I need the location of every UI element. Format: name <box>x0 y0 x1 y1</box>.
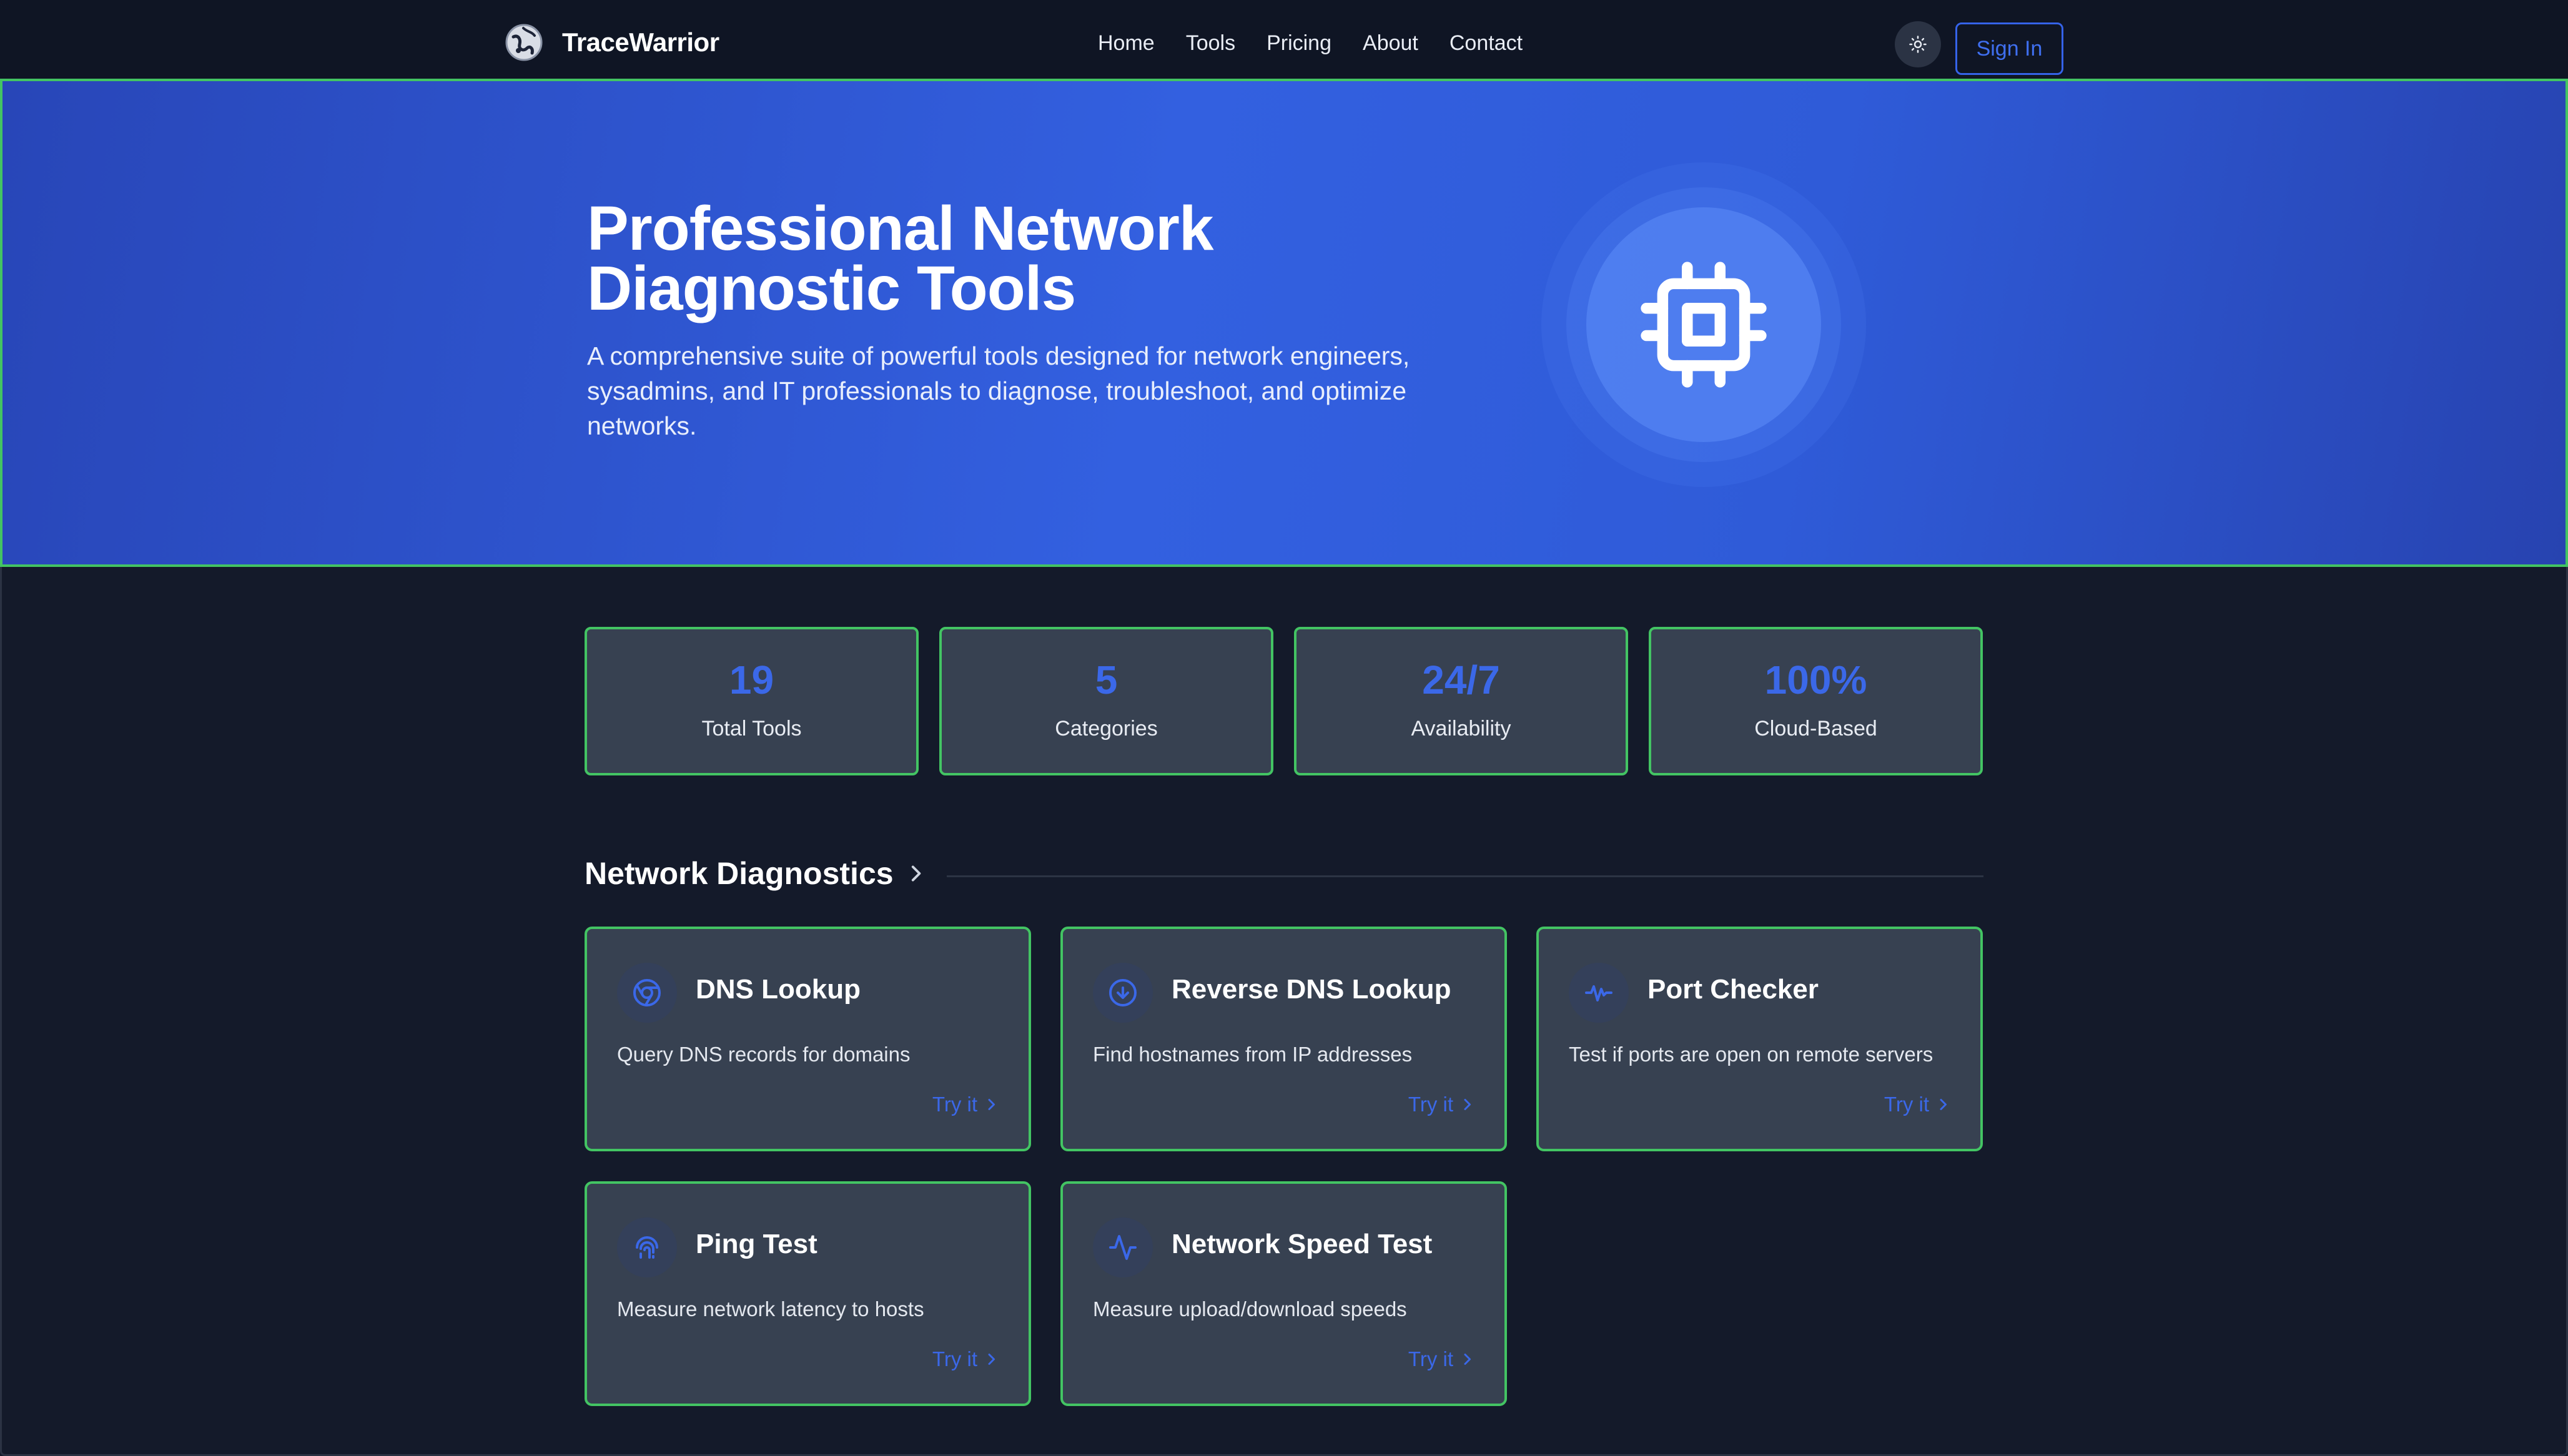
stat-card-categories: 5 Categories <box>939 627 1273 775</box>
stat-card-cloud-based: 100% Cloud-Based <box>1649 627 1983 775</box>
tool-card-reverse-dns-lookup[interactable]: Reverse DNS Lookup Find hostnames from I… <box>1060 927 1507 1151</box>
tool-title: Reverse DNS Lookup <box>1172 974 1451 1005</box>
brand-name: TraceWarrior <box>562 27 719 57</box>
stat-value: 100% <box>1764 657 1867 702</box>
chevron-right-icon <box>988 1099 995 1110</box>
chevron-right-icon <box>1464 1099 1471 1110</box>
stat-label: Categories <box>1055 717 1158 740</box>
hero-title: Professional Network Diagnostic Tools <box>587 197 1524 320</box>
tool-card-dns-lookup[interactable]: DNS Lookup Query DNS records for domains… <box>585 927 1031 1151</box>
top-navbar: TraceWarrior Home Tools Pricing About Co… <box>0 0 2568 81</box>
tool-description: Test if ports are open on remote servers <box>1569 1043 1933 1066</box>
sun-icon <box>1909 36 1927 53</box>
tool-title: Network Speed Test <box>1172 1229 1433 1259</box>
tool-icon-badge <box>617 1217 677 1277</box>
tool-card-port-checker[interactable]: Port Checker Test if ports are open on r… <box>1536 927 1983 1151</box>
try-it-link[interactable]: Try it <box>1408 1347 1472 1371</box>
nav-link-about[interactable]: About <box>1363 31 1418 56</box>
tool-icon-badge <box>1569 963 1629 1023</box>
tool-title: DNS Lookup <box>696 974 861 1005</box>
stat-value: 5 <box>1095 657 1118 702</box>
stat-label: Total Tools <box>701 717 802 740</box>
stat-card-total-tools: 19 Total Tools <box>585 627 919 775</box>
chevron-right-icon <box>1940 1099 1947 1110</box>
chrome-icon <box>633 979 661 1006</box>
tool-description: Query DNS records for domains <box>617 1043 911 1066</box>
arrow-down-circle-icon <box>1109 979 1137 1006</box>
try-it-label: Try it <box>932 1093 977 1116</box>
nav-link-pricing[interactable]: Pricing <box>1267 31 1331 56</box>
main-nav: Home Tools Pricing About Contact <box>1098 31 1523 56</box>
nav-link-tools[interactable]: Tools <box>1186 31 1235 56</box>
tool-icon-badge <box>617 963 677 1023</box>
try-it-label: Try it <box>1884 1093 1929 1116</box>
try-it-link[interactable]: Try it <box>932 1093 996 1116</box>
tool-icon-badge <box>1093 1217 1153 1277</box>
fingerprint-icon <box>636 1236 658 1259</box>
hero-graphic <box>1541 162 1866 487</box>
hero-ring-inner <box>1586 207 1821 442</box>
tool-description: Find hostnames from IP addresses <box>1093 1043 1413 1066</box>
tool-icon-badge <box>1093 963 1153 1023</box>
tool-description: Measure upload/download speeds <box>1093 1297 1407 1321</box>
stat-value: 19 <box>729 657 774 702</box>
sign-in-button[interactable]: Sign In <box>1955 22 2063 75</box>
tool-title: Ping Test <box>696 1229 817 1259</box>
tool-description: Measure network latency to hosts <box>617 1297 924 1321</box>
hero-description: A comprehensive suite of powerful tools … <box>587 342 1410 440</box>
chevron-right-icon <box>911 865 921 882</box>
try-it-link[interactable]: Try it <box>932 1347 996 1371</box>
stat-label: Cloud-Based <box>1754 717 1877 740</box>
section-title: Network Diagnostics <box>585 856 894 891</box>
tool-card-ping-test[interactable]: Ping Test Measure network latency to hos… <box>585 1181 1031 1406</box>
try-it-link[interactable]: Try it <box>1408 1093 1472 1116</box>
try-it-link[interactable]: Try it <box>1884 1093 1948 1116</box>
try-it-label: Try it <box>1408 1347 1453 1370</box>
hero-title-line2: Diagnostic Tools <box>587 253 1076 323</box>
cpu-chip-icon <box>1641 262 1767 388</box>
tool-card-network-speed-test[interactable]: Network Speed Test Measure upload/downlo… <box>1060 1181 1507 1406</box>
brand[interactable]: TraceWarrior <box>505 22 719 62</box>
signal-icon <box>1585 985 1612 1001</box>
nav-link-home[interactable]: Home <box>1098 31 1155 56</box>
chevron-right-icon <box>1464 1354 1471 1365</box>
stat-label: Availability <box>1411 717 1511 740</box>
globe-logo-icon <box>505 24 543 61</box>
try-it-label: Try it <box>1408 1093 1453 1116</box>
nav-link-contact[interactable]: Contact <box>1449 31 1523 56</box>
hero-section: Professional Network Diagnostic Tools A … <box>0 81 2568 567</box>
tool-title: Port Checker <box>1647 974 1819 1005</box>
try-it-label: Try it <box>932 1347 977 1370</box>
stat-value: 24/7 <box>1422 657 1500 702</box>
stat-card-availability: 24/7 Availability <box>1294 627 1628 775</box>
chevron-right-icon <box>988 1354 995 1365</box>
section-header[interactable]: Network Diagnostics <box>585 855 924 892</box>
section-divider <box>947 875 1983 877</box>
activity-icon <box>1109 1235 1137 1260</box>
theme-toggle-button[interactable] <box>1895 21 1941 67</box>
